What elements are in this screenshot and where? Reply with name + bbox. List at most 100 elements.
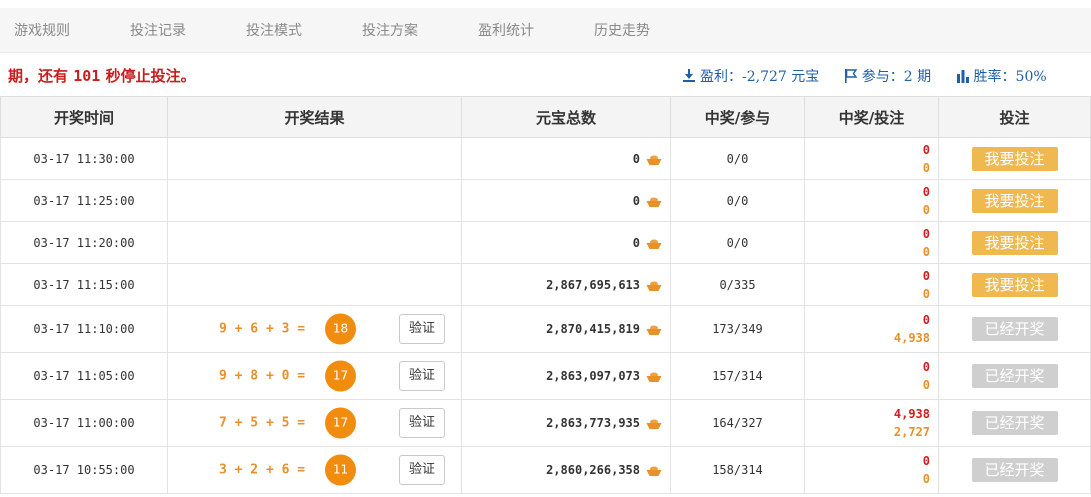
draw-time-cell: 03-17 11:05:00 (0, 352, 168, 400)
win-amount: 0 (922, 360, 930, 374)
ingot-total-value: 0 (632, 193, 640, 208)
verify-button[interactable]: 验证 (399, 408, 445, 438)
draw-time-cell: 03-17 11:20:00 (0, 221, 168, 264)
result-sum-ball: 18 (325, 313, 356, 345)
ingot-total-cell: 2,867,695,613 (461, 263, 671, 306)
ingot-total-cell: 2,870,415,819 (461, 305, 671, 353)
bet-amount: 0 (922, 286, 930, 301)
bet-action-cell: 已经开奖 (938, 305, 1091, 353)
win-amount: 0 (922, 454, 930, 468)
bet-action-cell: 我要投注 (938, 179, 1091, 222)
draw-result-cell (167, 179, 462, 222)
draw-result-cell: 9 + 8 + 0 = 17 验证 (167, 352, 462, 400)
ingot-total-cell: 2,863,097,073 (461, 352, 671, 400)
ingot-icon (646, 197, 662, 207)
table-row: 03-17 11:05:00 9 + 8 + 0 = 17 验证 2,863,097,0… (0, 352, 1091, 400)
nav-bet-plan[interactable]: 投注方案 (362, 20, 418, 40)
header-bet: 投注 (938, 96, 1091, 138)
profit-stat: 盈利：-2,727 元宝 (682, 66, 819, 86)
countdown-text: 期，还有 101 秒停止投注。 (8, 65, 196, 86)
ingot-total-cell: 2,860,266,358 (461, 446, 671, 494)
draw-time-cell: 03-17 11:00:00 (0, 399, 168, 447)
win-participate-cell: 173/349 (670, 305, 805, 353)
result-sum-ball: 11 (325, 454, 356, 486)
verify-button[interactable]: 验证 (399, 314, 445, 344)
participation-text: 参与：2 期 (861, 69, 932, 85)
ingot-icon (646, 372, 662, 382)
drawn-status-button: 已经开奖 (971, 364, 1058, 388)
nav-profit-stats[interactable]: 盈利统计 (478, 20, 534, 40)
bet-amount: 0 (922, 202, 930, 217)
result-formula: 9 + 8 + 0 = (219, 368, 306, 384)
draw-result-cell: 9 + 6 + 3 = 18 验证 (167, 305, 462, 353)
draw-time-cell: 03-17 11:15:00 (0, 263, 168, 306)
nav-bet-records[interactable]: 投注记录 (130, 20, 186, 40)
win-bet-cell: 00 (804, 352, 939, 400)
result-sum-ball: 17 (325, 360, 356, 392)
download-icon (683, 69, 695, 82)
bet-amount: 0 (922, 378, 930, 392)
table-row: 03-17 11:20:00 0 0/0 0 0 我要投注 (0, 221, 1091, 264)
bar-chart-icon (956, 70, 969, 83)
winrate-stat: 胜率：50% (956, 66, 1047, 86)
ingot-total-cell: 2,863,773,935 (461, 399, 671, 447)
draw-table: 开奖时间 开奖结果 元宝总数 中奖/参与 中奖/投注 投注 03-17 11:3… (0, 96, 1091, 494)
draw-time-cell: 03-17 11:10:00 (0, 305, 168, 353)
flag-icon (844, 69, 858, 83)
verify-button[interactable]: 验证 (399, 455, 445, 485)
ingot-total-cell: 0 (461, 137, 671, 180)
win-bet-cell: 00 (804, 179, 939, 222)
drawn-status-button: 已经开奖 (971, 317, 1058, 341)
verify-button[interactable]: 验证 (399, 361, 445, 391)
table-row: 03-17 11:00:00 7 + 5 + 5 = 17 验证 2,863,773,9… (0, 399, 1091, 447)
win-amount: 0 (922, 268, 930, 283)
ingot-icon (646, 239, 662, 249)
win-participate-cell: 0/335 (670, 263, 805, 306)
countdown-prefix: 期，还有 (8, 67, 69, 85)
ingot-icon (646, 281, 662, 291)
header-ingot-total: 元宝总数 (461, 96, 671, 138)
bet-amount: 4,938 (893, 331, 930, 345)
ingot-total-value: 2,863,097,073 (546, 369, 640, 383)
drawn-status-button: 已经开奖 (971, 458, 1058, 482)
win-participate-cell: 0/0 (670, 137, 805, 180)
nav-history-trend[interactable]: 历史走势 (594, 20, 650, 40)
table-header: 开奖时间 开奖结果 元宝总数 中奖/参与 中奖/投注 投注 (0, 96, 1091, 138)
ingot-total-cell: 0 (461, 221, 671, 264)
bet-action-cell: 已经开奖 (938, 446, 1091, 494)
bet-amount: 0 (922, 472, 930, 486)
ingot-icon (646, 466, 662, 476)
place-bet-button[interactable]: 我要投注 (971, 272, 1058, 297)
win-participate-cell: 164/327 (670, 399, 805, 447)
ingot-total-value: 2,867,695,613 (546, 277, 640, 292)
place-bet-button[interactable]: 我要投注 (971, 146, 1058, 171)
win-bet-cell: 00 (804, 263, 939, 306)
nav-bet-mode[interactable]: 投注模式 (246, 20, 302, 40)
result-sum-ball: 17 (325, 407, 356, 439)
place-bet-button[interactable]: 我要投注 (971, 230, 1058, 255)
win-amount: 0 (922, 313, 930, 327)
bet-action-cell: 我要投注 (938, 137, 1091, 180)
table-row: 03-17 10:55:00 3 + 2 + 6 = 11 验证 2,860,266,3… (0, 446, 1091, 494)
win-bet-cell: 00 (804, 446, 939, 494)
info-bar: 期，还有 101 秒停止投注。 盈利：-2,727 元宝 参与：2 期 胜率：5… (0, 56, 1091, 94)
win-participate-cell: 0/0 (670, 221, 805, 264)
stats-bar: 盈利：-2,727 元宝 参与：2 期 胜率：50% (682, 66, 1067, 86)
bet-amount: 0 (922, 160, 930, 175)
ingot-total-cell: 0 (461, 179, 671, 222)
participation-stat: 参与：2 期 (844, 66, 931, 86)
ingot-total-value: 2,863,773,935 (546, 416, 640, 430)
table-row: 03-17 11:25:00 0 0/0 0 0 我要投注 (0, 179, 1091, 222)
place-bet-button[interactable]: 我要投注 (971, 188, 1058, 213)
countdown-seconds: 101 (73, 67, 101, 85)
result-formula: 3 + 2 + 6 = (219, 462, 306, 478)
draw-result-cell: 3 + 2 + 6 = 11 验证 (167, 446, 462, 494)
win-bet-cell: 4,938 2,727 (804, 399, 939, 447)
nav-game-rules[interactable]: 游戏规则 (14, 20, 70, 40)
winrate-text: 胜率：50% (973, 69, 1047, 85)
table-body: 03-17 11:30:00 0 0/0 0 0 我要投注 03-17 11:25:00 0 0… (0, 137, 1091, 494)
profit-text: 盈利：-2,727 元宝 (700, 69, 820, 85)
ingot-total-value: 2,860,266,358 (546, 463, 640, 477)
countdown-suffix: 秒停止投注。 (105, 67, 196, 85)
win-bet-cell: 00 (804, 221, 939, 264)
